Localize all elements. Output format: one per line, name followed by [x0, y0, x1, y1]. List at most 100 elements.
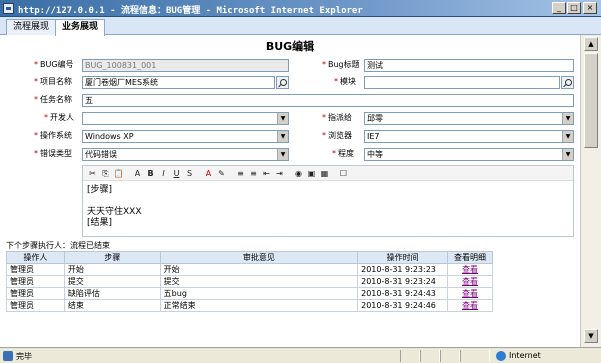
project-search-icon[interactable] — [276, 76, 289, 89]
tab-business-view[interactable]: 业务展现 — [55, 19, 106, 36]
assignee-label: * 指派给 — [322, 113, 352, 122]
cell-operator: 管理员 — [6, 287, 65, 300]
chevron-down-icon: ▼ — [277, 131, 288, 142]
format-icon[interactable]: A — [132, 168, 143, 179]
cell-step: 提交 — [63, 275, 161, 288]
font-color-icon[interactable]: A — [203, 168, 214, 179]
cell-detail: 查看 — [447, 275, 493, 288]
status-segment — [400, 350, 420, 362]
task-label: * 任务名称 — [34, 95, 72, 104]
window-title: http://127.0.0.1 - 流程信息：BUG管理 - Microsof… — [18, 6, 363, 16]
scroll-down-icon[interactable]: ▼ — [584, 329, 598, 343]
editor-toolbar: ✂ ⎘ 📋 A B I U S A ✎ ≡ ≡ ⇤ ⇥ ◉ ▣ ▦ ☐ — [83, 166, 573, 181]
highlight-icon[interactable]: ✎ — [216, 168, 227, 179]
chevron-down-icon: ▼ — [277, 149, 288, 160]
cell-step: 结束 — [63, 299, 161, 312]
view-detail-link[interactable]: 查看 — [462, 277, 478, 286]
close-button[interactable]: × — [583, 2, 597, 14]
table-row: 管理员 缺陷评估 五bug 2010-8-31 9:24:43 查看 — [6, 287, 493, 300]
cut-icon[interactable]: ✂ — [87, 168, 98, 179]
vertical-scrollbar[interactable]: ▲ ▼ — [580, 35, 601, 347]
view-detail-link[interactable]: 查看 — [462, 289, 478, 298]
next-step-text: 下个步骤执行人：流程已结束 — [6, 241, 110, 250]
editor-line: [步骤] — [87, 185, 113, 195]
module-search-icon[interactable] — [561, 76, 574, 89]
chevron-down-icon: ▼ — [562, 131, 573, 142]
bug-title-field[interactable]: 测试 — [364, 59, 574, 72]
cell-operator: 管理员 — [6, 263, 65, 276]
cell-opinion: 开始 — [159, 263, 359, 276]
scroll-up-icon[interactable]: ▲ — [584, 37, 598, 51]
strike-icon[interactable]: S — [184, 168, 195, 179]
os-select[interactable]: Windows XP ▼ — [82, 130, 289, 143]
indent-icon[interactable]: ⇥ — [274, 168, 285, 179]
cell-opinion: 提交 — [159, 275, 359, 288]
globe-icon — [496, 351, 506, 361]
cell-time: 2010-8-31 9:24:43 — [357, 287, 449, 300]
paste-icon[interactable]: 📋 — [113, 168, 124, 179]
severity-select[interactable]: 中等 ▼ — [364, 148, 574, 161]
cell-step: 开始 — [63, 263, 161, 276]
cell-time: 2010-8-31 9:24:46 — [357, 299, 449, 312]
view-detail-link[interactable]: 查看 — [462, 301, 478, 310]
col-header-detail: 查看明细 — [447, 251, 493, 264]
zone-text: Internet — [509, 351, 541, 360]
error-type-label: * 错误类型 — [34, 149, 72, 158]
cell-operator: 管理员 — [6, 275, 65, 288]
developer-label: * 开发人 — [44, 113, 74, 122]
cell-detail: 查看 — [447, 287, 493, 300]
project-field[interactable]: 厦门卷烟厂MES系统 — [82, 76, 275, 89]
table-icon[interactable]: ▦ — [319, 168, 330, 179]
maximize-button[interactable]: □ — [567, 2, 581, 14]
cell-opinion: 五bug — [159, 287, 359, 300]
browser-label: * 浏览器 — [322, 131, 352, 140]
editor-line: 天天守住XXX — [87, 207, 142, 217]
assignee-select[interactable]: 邱零 ▼ — [364, 112, 574, 125]
status-bar: 完毕 Internet — [0, 347, 601, 363]
severity-label: * 程度 — [332, 149, 354, 158]
bug-title-label: * Bug标题 — [322, 60, 360, 69]
col-header-operator: 操作人 — [6, 251, 65, 264]
module-label: * 模块 — [334, 77, 356, 86]
window-titlebar: http://127.0.0.1 - 流程信息：BUG管理 - Microsof… — [0, 0, 601, 17]
error-type-select[interactable]: 代码错误 ▼ — [82, 148, 289, 161]
col-header-step: 步骤 — [63, 251, 161, 264]
editor-body[interactable]: [步骤] 天天守住XXX [结果] — [87, 185, 142, 229]
image-icon[interactable]: ▣ — [306, 168, 317, 179]
unordered-list-icon[interactable]: ≡ — [248, 168, 259, 179]
checkbox-icon[interactable]: ☐ — [338, 168, 349, 179]
outdent-icon[interactable]: ⇤ — [261, 168, 272, 179]
editor-line: [结果] — [87, 218, 113, 228]
history-table: 操作人 步骤 审批意见 操作时间 查看明细 管理员 开始 开始 2010-8-3… — [6, 251, 493, 312]
main-content: BUG编辑 * BUG编号 BUG_100831_001 * Bug标题 测试 * 项… — [0, 35, 580, 347]
cell-step: 缺陷评估 — [63, 287, 161, 300]
task-field[interactable]: 五 — [82, 94, 574, 107]
cell-detail: 查看 — [447, 299, 493, 312]
table-row: 管理员 提交 提交 2010-8-31 9:23:24 查看 — [6, 275, 493, 288]
bold-icon[interactable]: B — [145, 168, 156, 179]
browser-select[interactable]: IE7 ▼ — [364, 130, 574, 143]
cell-detail: 查看 — [447, 263, 493, 276]
underline-icon[interactable]: U — [171, 168, 182, 179]
scroll-thumb[interactable] — [584, 53, 598, 148]
cell-opinion: 正常结束 — [159, 299, 359, 312]
ie-icon — [3, 3, 14, 14]
italic-icon[interactable]: I — [158, 168, 169, 179]
minimize-button[interactable]: _ — [552, 2, 566, 14]
chevron-down-icon: ▼ — [562, 113, 573, 124]
module-field[interactable] — [364, 76, 560, 89]
ordered-list-icon[interactable]: ≡ — [235, 168, 246, 179]
table-row: 管理员 开始 开始 2010-8-31 9:23:23 查看 — [6, 263, 493, 276]
developer-select[interactable]: ▼ — [82, 112, 289, 125]
tab-process-view[interactable]: 流程展现 — [6, 19, 57, 35]
tab-bar: 流程展现 业务展现 — [0, 17, 601, 36]
cell-operator: 管理员 — [6, 299, 65, 312]
bug-no-label: * BUG编号 — [34, 60, 74, 69]
status-segment — [460, 350, 490, 362]
view-detail-link[interactable]: 查看 — [462, 265, 478, 274]
page-icon — [3, 351, 13, 361]
description-editor[interactable]: ✂ ⎘ 📋 A B I U S A ✎ ≡ ≡ ⇤ ⇥ ◉ ▣ ▦ ☐ [步骤] 天天守住XXX [结果] — [82, 165, 574, 237]
copy-icon[interactable]: ⎘ — [100, 168, 111, 179]
link-icon[interactable]: ◉ — [293, 168, 304, 179]
os-label: * 操作系统 — [34, 131, 72, 140]
